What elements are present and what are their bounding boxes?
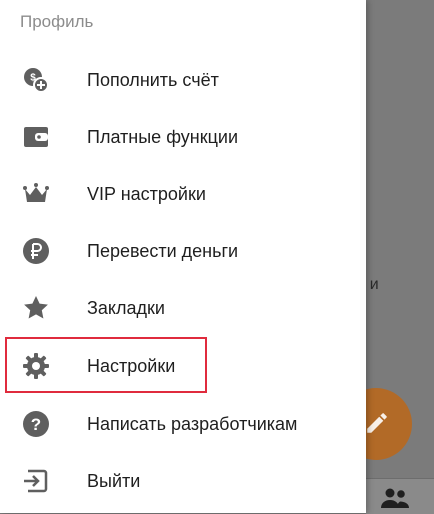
menu-item-label: Пополнить счёт	[87, 69, 219, 90]
menu-item-vip-settings[interactable]: VIP настройки	[0, 166, 366, 222]
logout-icon	[22, 467, 50, 495]
coins-icon: $	[22, 66, 50, 94]
menu-item-label: VIP настройки	[87, 183, 206, 204]
menu-item-label: Платные функции	[87, 126, 239, 147]
highlight-box	[5, 337, 207, 393]
crown-icon	[22, 180, 50, 208]
menu-item-bookmarks[interactable]: Закладки	[0, 280, 366, 336]
people-icon[interactable]	[380, 486, 410, 510]
svg-text:$: $	[30, 73, 36, 84]
menu-item-top-up[interactable]: $ Пополнить счёт	[0, 52, 366, 108]
svg-text:?: ?	[31, 415, 41, 434]
menu-item-paid-features[interactable]: Платные функции	[0, 109, 366, 165]
menu-item-label: Выйти	[87, 470, 141, 491]
menu-item-logout[interactable]: Выйти	[0, 453, 366, 509]
menu-item-transfer-money[interactable]: Перевести деньги	[0, 223, 366, 279]
wallet-icon	[22, 123, 50, 151]
menu-item-label: Написать разработчикам	[87, 413, 298, 434]
pencil-icon	[367, 413, 387, 433]
ruble-icon	[22, 237, 50, 265]
star-icon	[22, 294, 50, 322]
menu-item-label: Закладки	[87, 297, 165, 318]
menu-item-contact-developers[interactable]: ? Написать разработчикам	[0, 396, 366, 452]
drawer-header: Профиль	[20, 12, 94, 31]
menu-item-label: Перевести деньги	[87, 240, 239, 261]
question-icon: ?	[22, 410, 50, 438]
navigation-drawer: Профиль $ Пополнить счёт Платные функции	[0, 0, 366, 513]
